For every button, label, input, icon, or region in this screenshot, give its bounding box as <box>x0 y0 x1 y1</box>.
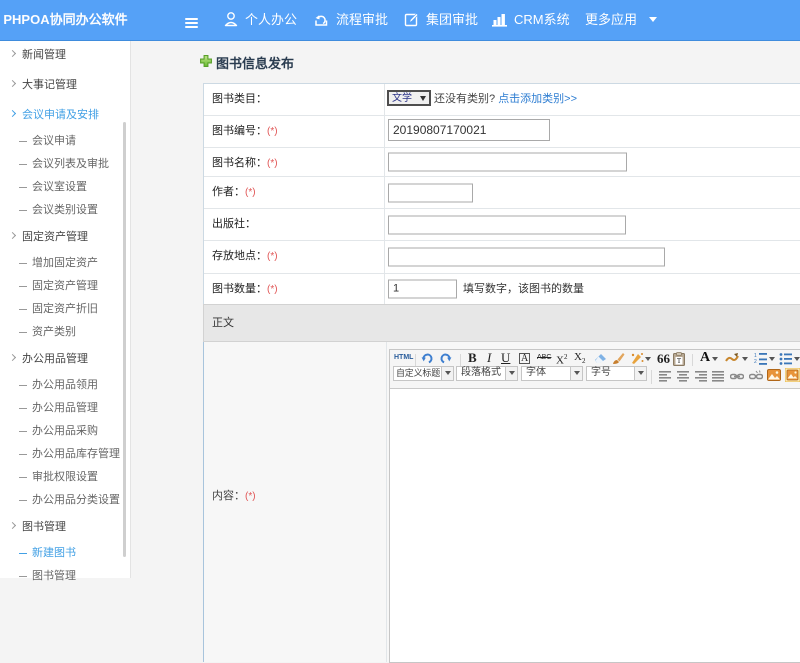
svg-text:2: 2 <box>754 359 757 365</box>
svg-text:T: T <box>677 357 682 365</box>
